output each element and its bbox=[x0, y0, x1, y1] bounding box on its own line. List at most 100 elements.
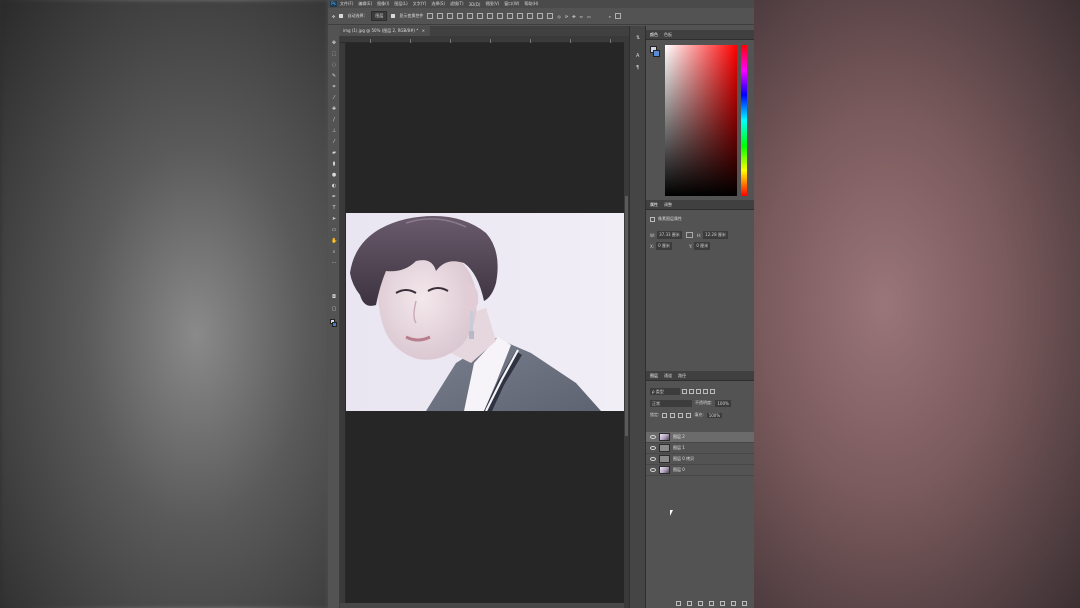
quick-select-tool-icon[interactable]: ✎ bbox=[331, 73, 337, 79]
filter-smart-object-icon[interactable] bbox=[710, 388, 715, 394]
background-color-swatch[interactable] bbox=[332, 322, 337, 327]
distribute-center-icon[interactable] bbox=[527, 13, 534, 19]
menu-select[interactable]: 选择(S) bbox=[431, 1, 445, 7]
filter-type-icon[interactable] bbox=[696, 388, 701, 394]
lock-position-icon[interactable] bbox=[678, 412, 684, 418]
add-mask-icon[interactable] bbox=[698, 601, 703, 606]
layer-row[interactable]: 图层 1 bbox=[646, 443, 754, 454]
eraser-tool-icon[interactable]: ▰ bbox=[331, 150, 337, 156]
close-tab-icon[interactable]: × bbox=[422, 28, 425, 33]
new-group-icon[interactable] bbox=[720, 601, 725, 606]
color-picker-field[interactable] bbox=[665, 45, 737, 196]
x-field[interactable]: 0 厘米 bbox=[656, 242, 673, 250]
lock-pixels-icon[interactable] bbox=[670, 412, 676, 418]
lock-transparent-icon[interactable] bbox=[662, 412, 668, 418]
align-right-icon[interactable] bbox=[477, 13, 484, 19]
align-bottom-icon[interactable] bbox=[447, 13, 454, 19]
menu-type[interactable]: 文字(Y) bbox=[413, 1, 427, 7]
layer-name[interactable]: 图层 0 拷贝 bbox=[673, 456, 694, 462]
blur-tool-icon[interactable]: ● bbox=[331, 172, 337, 178]
gradient-tool-icon[interactable]: ▮ bbox=[331, 161, 337, 167]
align-center-icon[interactable] bbox=[467, 13, 474, 19]
auto-select-checkbox[interactable] bbox=[339, 14, 344, 18]
character-panel-icon[interactable]: A bbox=[636, 54, 641, 59]
tab-properties[interactable]: 属性 bbox=[650, 202, 658, 208]
search-icon[interactable]: ⌕ bbox=[609, 14, 611, 19]
3d-roll-icon[interactable]: ✤ bbox=[572, 14, 575, 19]
hue-slider[interactable] bbox=[741, 45, 747, 196]
blend-mode-dropdown[interactable]: 正常 bbox=[650, 399, 692, 407]
color-panel-background-swatch[interactable] bbox=[653, 50, 660, 57]
3d-slide-icon[interactable]: ⇔ bbox=[580, 14, 583, 19]
align-top-icon[interactable] bbox=[427, 13, 434, 19]
adjustment-layer-icon[interactable] bbox=[709, 601, 714, 606]
tab-swatches[interactable]: 色板 bbox=[664, 32, 672, 38]
history-brush-tool-icon[interactable]: ⁄ bbox=[331, 139, 337, 145]
align-left-icon[interactable] bbox=[457, 13, 464, 19]
layer-name[interactable]: 图层 1 bbox=[673, 445, 685, 451]
type-tool-icon[interactable]: T bbox=[331, 205, 337, 211]
lasso-tool-icon[interactable]: ◌ bbox=[331, 62, 337, 68]
layer-name[interactable]: 图层 0 bbox=[673, 467, 685, 473]
more-tools-icon[interactable]: ⋯ bbox=[331, 260, 337, 266]
menu-image[interactable]: 图像(I) bbox=[377, 1, 389, 7]
layer-row[interactable]: 图层 0 拷贝 bbox=[646, 454, 754, 465]
dodge-tool-icon[interactable]: ◐ bbox=[331, 183, 337, 189]
link-icon[interactable] bbox=[685, 232, 693, 238]
path-select-tool-icon[interactable]: ➤ bbox=[331, 216, 337, 222]
menu-3d[interactable]: 3D(D) bbox=[469, 2, 481, 7]
scrollbar-thumb[interactable] bbox=[625, 196, 628, 436]
tab-channels[interactable]: 通道 bbox=[664, 373, 672, 379]
eyedropper-tool-icon[interactable]: ⁄ bbox=[331, 95, 337, 101]
auto-align-icon[interactable] bbox=[547, 13, 554, 19]
move-tool-icon[interactable]: ✥ bbox=[332, 14, 335, 19]
crop-tool-icon[interactable]: ⌗ bbox=[331, 84, 337, 90]
eye-icon[interactable] bbox=[650, 446, 656, 450]
layer-row[interactable]: 图层 2 bbox=[646, 432, 754, 443]
eye-icon[interactable] bbox=[650, 468, 656, 472]
menu-file[interactable]: 文件(F) bbox=[340, 1, 353, 7]
filter-shape-icon[interactable] bbox=[703, 388, 708, 394]
menu-filter[interactable]: 滤镜(T) bbox=[450, 1, 464, 7]
menu-edit[interactable]: 编辑(E) bbox=[358, 1, 372, 7]
move-tool-icon[interactable]: ✥ bbox=[331, 40, 337, 46]
new-layer-icon[interactable] bbox=[731, 601, 736, 606]
tab-adjustments[interactable]: 调整 bbox=[664, 202, 672, 208]
auto-select-dropdown[interactable]: 图层 bbox=[371, 11, 388, 21]
fill-field[interactable]: 100% bbox=[706, 412, 723, 418]
link-layers-icon[interactable] bbox=[676, 601, 681, 606]
pen-tool-icon[interactable]: ✒ bbox=[331, 194, 337, 200]
distribute-left-icon[interactable] bbox=[517, 13, 524, 19]
distribute-bottom-icon[interactable] bbox=[507, 13, 514, 19]
lock-all-icon[interactable] bbox=[686, 412, 692, 418]
tab-paths[interactable]: 路径 bbox=[678, 373, 686, 379]
3d-scale-icon[interactable]: ▭ bbox=[587, 14, 591, 19]
align-middle-icon[interactable] bbox=[437, 13, 444, 19]
layer-name[interactable]: 图层 2 bbox=[673, 434, 685, 440]
height-field[interactable]: 12.28 厘米 bbox=[703, 231, 728, 239]
distribute-right-icon[interactable] bbox=[537, 13, 544, 19]
3d-mode-icon[interactable]: ◎ bbox=[557, 14, 561, 19]
eye-icon[interactable] bbox=[650, 435, 656, 439]
canvas-area[interactable] bbox=[346, 43, 624, 608]
quick-mask-icon[interactable]: ◘ bbox=[331, 294, 337, 300]
screen-mode-icon[interactable]: ▢ bbox=[331, 306, 337, 312]
delete-layer-icon[interactable] bbox=[742, 601, 747, 606]
menu-window[interactable]: 窗口(W) bbox=[504, 1, 519, 7]
document-tab[interactable]: img (1).jpg @ 50% (图层 2, RGB/8#) * × bbox=[340, 26, 430, 36]
portrait-photo[interactable] bbox=[346, 213, 624, 411]
layer-style-icon[interactable] bbox=[687, 601, 692, 606]
history-panel-icon[interactable]: ⇅ bbox=[636, 36, 641, 41]
3d-rotate-icon[interactable]: ⟳ bbox=[565, 14, 568, 19]
tab-color[interactable]: 颜色 bbox=[650, 32, 658, 38]
brush-tool-icon[interactable]: / bbox=[331, 117, 337, 123]
y-field[interactable]: 0 厘米 bbox=[694, 242, 711, 250]
paragraph-panel-icon[interactable]: ¶ bbox=[636, 66, 641, 71]
show-transform-checkbox[interactable] bbox=[391, 14, 396, 18]
layer-filter-dropdown[interactable]: ρ 类型 bbox=[650, 387, 680, 395]
eye-icon[interactable] bbox=[650, 457, 656, 461]
zoom-tool-icon[interactable]: ⌕ bbox=[331, 249, 337, 255]
workspace-icon[interactable] bbox=[614, 13, 621, 19]
layer-row[interactable]: 图层 0 bbox=[646, 465, 754, 476]
filter-pixel-icon[interactable] bbox=[682, 388, 687, 394]
